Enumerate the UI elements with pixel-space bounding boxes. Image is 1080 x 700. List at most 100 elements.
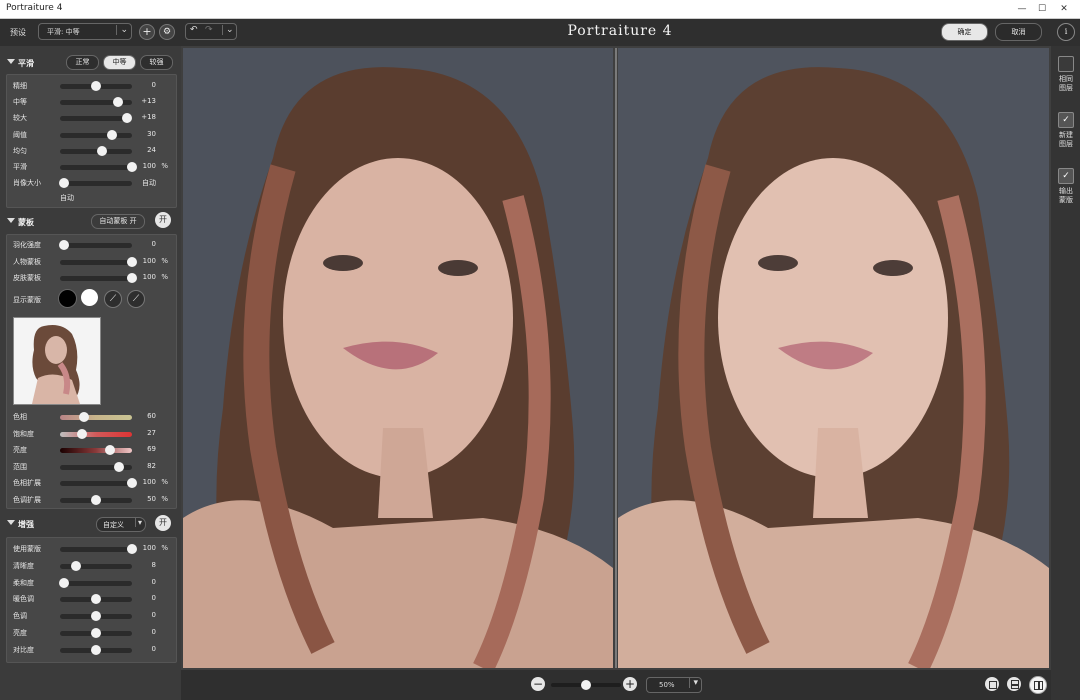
slider-value: 0 [151,594,156,603]
slider-value: 50 [147,494,156,503]
auto-mask-button[interactable]: 自动蒙板 开 [91,214,145,229]
zoom-slider[interactable] [551,680,621,690]
slider-label: 肖像大小 [13,179,41,188]
slider-label: 色调 [13,612,27,621]
collapse-icon [7,59,15,64]
slider-track[interactable] [58,240,132,250]
slider-value: 0 [151,577,156,586]
minimize-icon[interactable]: — [1012,2,1032,16]
white-mask-swatch[interactable] [81,289,98,306]
slider-value: +18 [141,113,156,122]
slider-track[interactable] [60,544,137,554]
smooth-mode-button[interactable]: 中等 [103,55,136,70]
slider-thumb[interactable] [96,145,107,156]
smooth-mode-button[interactable]: 正常 [66,55,99,70]
ok-button[interactable]: 确定 [941,23,988,41]
slider-track[interactable] [60,256,137,267]
slider-thumb[interactable] [70,560,81,571]
chevron-down-icon: ▾ [134,518,142,527]
output-option-checkbox[interactable]: ✓ [1058,112,1074,128]
preset-dropdown[interactable]: 平滑: 中等 ⌄ [38,23,132,40]
undo-icon[interactable]: ↶ [190,25,198,35]
output-option-label: 输出 蒙版 [1059,187,1073,204]
zoom-in-button[interactable]: + [623,677,637,691]
mask-toggle-button[interactable]: 开 [155,212,171,228]
slider-thumb[interactable] [114,461,125,472]
slider-track[interactable] [60,113,132,124]
slider-thumb[interactable] [58,178,69,189]
enhance-toggle-button[interactable]: 开 [155,515,171,531]
slider-track[interactable] [60,611,132,622]
enhance-section-header[interactable]: 增强 [4,514,176,534]
slider-thumb[interactable] [91,81,101,91]
slider-unit: % [161,162,168,170]
cancel-button[interactable]: 取消 [995,23,1042,41]
slider-label: 使用蒙版 [13,545,41,553]
output-option-checkbox[interactable]: ✓ [1058,168,1074,184]
zoom-dropdown[interactable]: 50% ▾ [646,677,702,693]
slider-thumb[interactable] [106,129,117,140]
slider-track[interactable] [60,461,132,472]
slider-thumb[interactable] [58,577,69,588]
eyedropper-icon[interactable]: ⟋ [104,290,122,308]
slider-track[interactable] [60,97,132,108]
single-view-button[interactable] [985,677,999,691]
slider-row: 精细 0 [7,78,176,94]
slider-track[interactable] [60,478,137,488]
eyedropper-add-icon[interactable]: ⟋ [127,290,145,308]
slider-track[interactable] [60,129,132,140]
slider-track[interactable] [60,81,132,91]
split-horizontal-button[interactable] [1007,677,1021,691]
slider-thumb[interactable] [76,428,87,439]
slider-thumb[interactable] [121,113,132,124]
portrait-size-sublabel: 自动 [60,194,74,202]
slider-row: 色相扩展 100% [7,475,176,491]
image-viewer[interactable] [181,46,1051,670]
slider-thumb[interactable] [91,594,101,605]
enhance-preset-value: 自定义 [103,521,124,529]
zoom-out-button[interactable]: − [531,677,545,691]
slider-thumb[interactable] [91,611,101,622]
slider-track[interactable] [58,178,132,189]
slider-track[interactable] [60,162,137,172]
output-option-checkbox[interactable] [1058,56,1074,72]
slider-thumb[interactable] [58,240,69,250]
slider-track[interactable] [60,494,132,505]
slider-thumb[interactable] [112,97,123,108]
slider-track[interactable] [60,445,132,455]
slider-track[interactable] [60,428,132,439]
split-divider[interactable] [615,48,617,668]
slider-thumb[interactable] [91,628,101,638]
slider-track[interactable] [60,412,132,422]
slider-thumb[interactable] [91,494,101,505]
add-preset-button[interactable]: + [139,24,155,40]
slider-track[interactable] [60,273,137,283]
smooth-mode-button[interactable]: 较强 [140,55,173,70]
redo-icon[interactable]: ↷ [205,25,213,35]
slider-thumb[interactable] [78,412,89,422]
slider-value: 0 [151,240,156,248]
maximize-icon[interactable]: ☐ [1032,2,1052,16]
slider-track[interactable] [60,560,132,571]
split-vertical-button[interactable] [1029,676,1047,694]
slider-track[interactable] [60,594,132,605]
preset-value: 平滑: 中等 [47,28,80,36]
slider-value: 60 [147,412,156,420]
settings-panel: 平滑 正常 中等 较强 精细 0 中等 +13 较大 +18 阈值 30 均匀 24 平滑 100% 肖像大… [0,46,181,700]
gear-icon[interactable]: ⚙ [159,24,175,40]
slider-thumb[interactable] [105,445,116,455]
mask-section-header[interactable]: 蒙板 [4,212,176,232]
slider-track[interactable] [58,577,132,588]
close-icon[interactable]: ✕ [1054,2,1074,16]
zoom-slider-thumb[interactable] [581,680,591,690]
slider-track[interactable] [60,644,132,655]
slider-row: 人物蒙板 100% [7,254,176,270]
black-mask-swatch[interactable] [58,289,77,308]
slider-track[interactable] [60,145,132,156]
slider-row: 肖像大小 自动 [7,175,176,191]
slider-track[interactable] [60,628,132,638]
enhance-preset-dropdown[interactable]: 自定义 ▾ [96,517,146,532]
info-icon[interactable]: i [1057,23,1075,41]
slider-thumb[interactable] [91,644,101,655]
history-chevron-icon[interactable]: ⌄ [222,25,234,35]
